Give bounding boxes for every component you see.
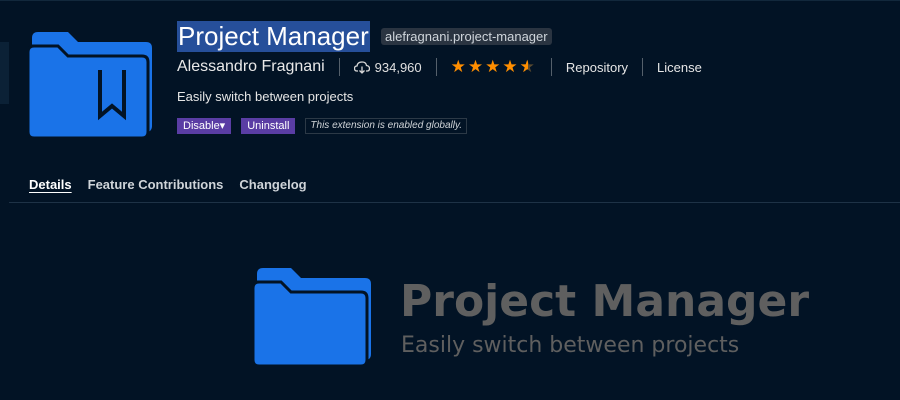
star-icon: ★★★★★★ [451,57,537,77]
meta-separator [642,58,644,76]
extension-identifier: alefragnani.project-manager [381,28,552,45]
extension-details-page: Project Manager alefragnani.project-mana… [0,0,900,400]
tab-details[interactable]: Details [29,177,72,192]
meta-separator [550,58,552,76]
install-count-value: 934,960 [374,59,422,75]
disable-button[interactable]: Disable▾ [177,118,232,134]
meta-separator [435,58,437,76]
readme-banner-subtitle: Easily switch between projects [401,333,740,358]
extension-actions: Disable▾ Uninstall This extension is ena… [177,118,467,134]
star-icon: ★★ [519,57,537,77]
star-icon: ★ [485,57,503,76]
publisher-name[interactable]: Alessandro Fragnani [177,58,325,76]
install-count: 934,960 [353,59,422,75]
tab-feature-contributions[interactable]: Feature Contributions [88,177,224,192]
side-panel-edge [0,42,9,104]
readme-banner-title: Project Manager [400,276,810,327]
extension-description: Easily switch between projects [177,89,354,104]
repository-link[interactable]: Repository [566,60,628,75]
tab-changelog[interactable]: Changelog [239,177,306,192]
folder-icon [253,268,371,366]
rating-stars[interactable]: ★★★★★★ [451,57,537,77]
license-link[interactable]: License [657,60,702,75]
extension-status-message: This extension is enabled globally. [305,118,467,134]
folder-bookmark-icon [28,32,152,138]
details-tabs: Details Feature Contributions Changelog [29,177,323,192]
cloud-download-icon [353,60,370,74]
meta-separator [338,58,340,76]
extension-title: Project Manager [177,21,370,52]
star-fill: ★ [520,57,529,77]
tabs-divider [9,202,900,203]
star-icon: ★ [502,57,520,76]
extension-meta-row: Alessandro Fragnani 934,960 ★★★★★★ Repos… [177,56,702,78]
star-icon: ★ [450,57,468,76]
uninstall-button[interactable]: Uninstall [241,118,296,134]
top-border [0,0,900,1]
star-icon: ★ [467,57,486,76]
